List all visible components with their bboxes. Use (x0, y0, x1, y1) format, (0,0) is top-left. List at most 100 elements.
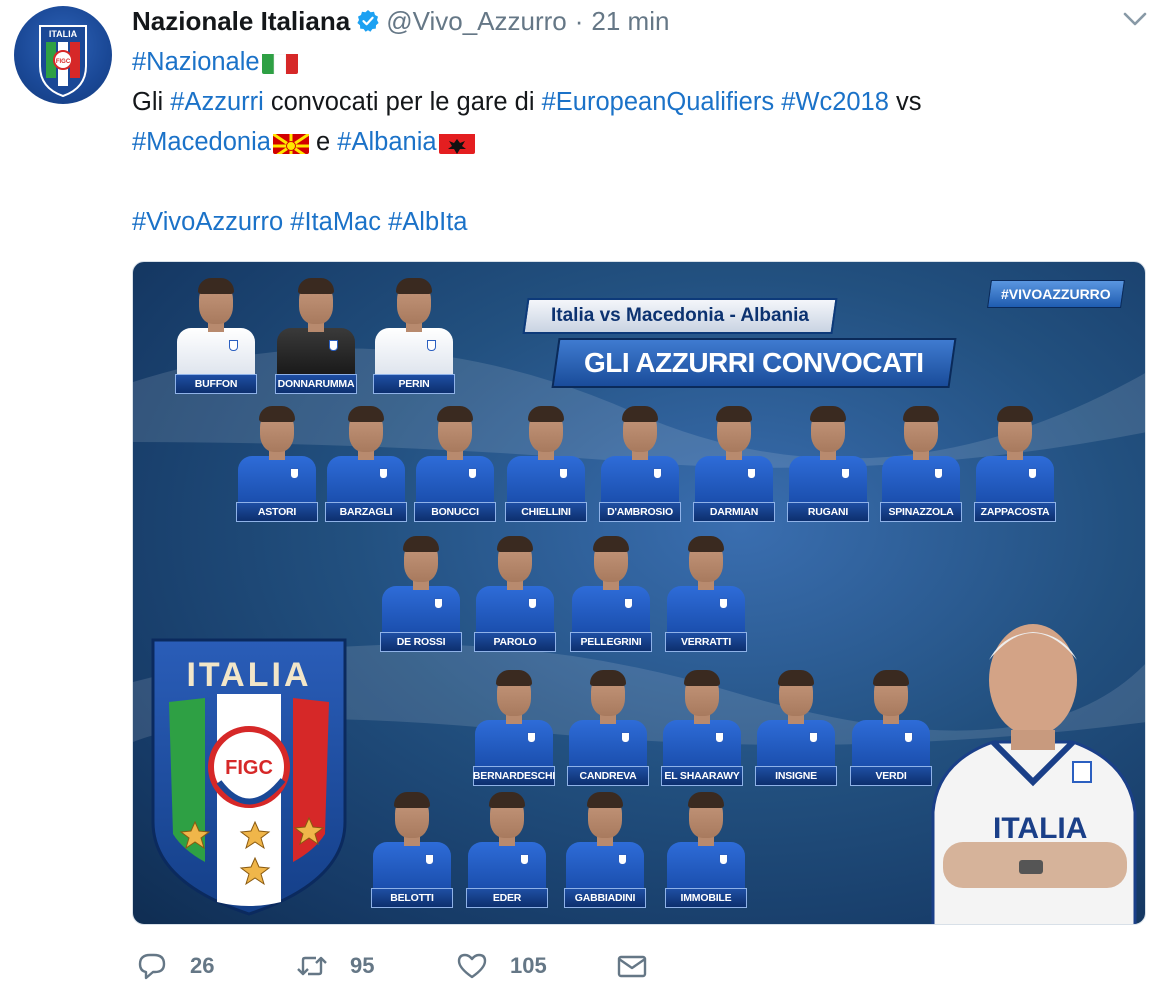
jersey-crest-icon (1028, 468, 1037, 479)
player-card: SPINAZZOLA (880, 406, 962, 526)
player-jersey (757, 720, 835, 766)
player-nameplate: PAROLO (474, 632, 556, 652)
jersey-crest-icon (290, 468, 299, 479)
like-button[interactable]: 105 (456, 950, 547, 982)
player-jersey (572, 586, 650, 632)
player-card: ASTORI (236, 406, 318, 526)
player-card: PAROLO (474, 536, 556, 656)
player-card: DARMIAN (693, 406, 775, 526)
author-handle[interactable]: @Vivo_Azzurro (386, 6, 567, 37)
jersey-crest-icon (379, 468, 388, 479)
player-jersey (976, 456, 1054, 502)
tweet-timestamp[interactable]: 21 min (591, 6, 669, 37)
jersey-crest-icon (934, 468, 943, 479)
jersey-crest-icon (624, 598, 633, 609)
player-name: PELLEGRINI (580, 636, 642, 648)
player-jersey (789, 456, 867, 502)
italia-shield-logo: FIGC ITALIA (151, 638, 347, 916)
player-jersey (238, 456, 316, 502)
tweet-line-3: #Macedonia e #Albania (132, 122, 1132, 162)
like-count: 105 (510, 953, 547, 978)
verified-badge-icon (357, 10, 379, 32)
player-card: CHIELLINI (505, 406, 587, 526)
reply-button[interactable]: 26 (136, 950, 214, 982)
player-name: BUFFON (194, 378, 238, 390)
player-name: DONNARUMMA (277, 378, 355, 390)
player-card: PELLEGRINI (570, 536, 652, 656)
player-name: VERRATTI (680, 636, 732, 648)
author-name[interactable]: Nazionale Italiana (132, 6, 350, 37)
crest-figc-text: FIGC (225, 757, 273, 779)
player-card: BELOTTI (371, 792, 453, 912)
player-jersey (601, 456, 679, 502)
player-card: VERDI (850, 670, 932, 790)
player-card: PERIN (373, 278, 455, 398)
hashtag-link[interactable]: #ItaMac (290, 202, 381, 242)
hashtag-link[interactable]: #EuropeanQualifiers (542, 82, 774, 122)
player-card: BONUCCI (414, 406, 496, 526)
player-nameplate: INSIGNE (755, 766, 837, 786)
crest-italia-text: ITALIA (186, 656, 311, 694)
tweet-header: Nazionale Italiana @Vivo_Azzurro · 21 mi… (132, 4, 669, 38)
envelope-icon (617, 955, 647, 978)
player-name: CANDREVA (579, 770, 637, 782)
player-name: DARMIAN (709, 506, 759, 518)
tweet-text-segment (774, 82, 781, 122)
player-name: PAROLO (493, 636, 537, 648)
player-nameplate: DONNARUMMA (275, 374, 357, 394)
coach-figure: ITALIA (931, 624, 1137, 924)
player-nameplate: ASTORI (236, 502, 318, 522)
player-jersey (667, 586, 745, 632)
player-jersey (375, 328, 453, 374)
player-nameplate: VERDI (850, 766, 932, 786)
retweet-button[interactable]: 95 (296, 950, 374, 982)
player-card: ZAPPACOSTA (974, 406, 1056, 526)
player-nameplate: EL SHAARAWY (661, 766, 743, 786)
player-name: DE ROSSI (396, 636, 446, 648)
player-card: CANDREVA (567, 670, 649, 790)
player-nameplate: BONUCCI (414, 502, 496, 522)
player-nameplate: PELLEGRINI (570, 632, 652, 652)
player-name: D'AMBROSIO (607, 506, 673, 518)
hashtag-link[interactable]: #Albania (337, 122, 436, 162)
player-name: ZAPPACOSTA (980, 506, 1050, 518)
hashtag-link[interactable]: #Wc2018 (781, 82, 889, 122)
player-name: RUGANI (807, 506, 849, 518)
italy-flag-icon (261, 50, 298, 74)
jersey-crest-icon (329, 340, 338, 351)
player-nameplate: ZAPPACOSTA (974, 502, 1056, 522)
player-name: IMMOBILE (680, 892, 732, 904)
tweet-line-2: Gli #Azzurri convocati per le gare di #E… (132, 82, 1132, 122)
player-jersey (382, 586, 460, 632)
player-nameplate: BARZAGLI (325, 502, 407, 522)
hashtag-link[interactable]: #VivoAzzurro (132, 202, 283, 242)
avatar-figc-text: FIGC (56, 59, 71, 65)
jersey-crest-icon (528, 598, 537, 609)
hashtag-link[interactable]: #Azzurri (170, 82, 264, 122)
player-jersey (277, 328, 355, 374)
player-jersey (695, 456, 773, 502)
player-nameplate: PERIN (373, 374, 455, 394)
player-jersey (416, 456, 494, 502)
jersey-crest-icon (434, 598, 443, 609)
player-card: EL SHAARAWY (661, 670, 743, 790)
avatar[interactable]: ITALIA FIGC (14, 6, 112, 104)
coach-shirt-text: ITALIA (993, 812, 1087, 845)
hashtag-link[interactable]: #Nazionale (132, 42, 260, 82)
hashtag-link[interactable]: #AlbIta (388, 202, 467, 242)
player-name: PERIN (398, 378, 430, 390)
reply-count: 26 (190, 953, 215, 978)
jersey-crest-icon (618, 854, 627, 865)
player-card: BUFFON (175, 278, 257, 398)
tweet-media-image[interactable]: FIGC ITALIA #VIVOAZZURRO Italia vs Maced… (132, 261, 1146, 925)
player-card: BARZAGLI (325, 406, 407, 526)
player-card: INSIGNE (755, 670, 837, 790)
direct-message-button[interactable] (616, 950, 648, 982)
player-nameplate: SPINAZZOLA (880, 502, 962, 522)
player-name: ASTORI (257, 506, 297, 518)
chevron-down-icon[interactable] (1122, 10, 1148, 28)
hashtag-link[interactable]: #Macedonia (132, 122, 271, 162)
player-nameplate: CANDREVA (567, 766, 649, 786)
player-card: RUGANI (787, 406, 869, 526)
